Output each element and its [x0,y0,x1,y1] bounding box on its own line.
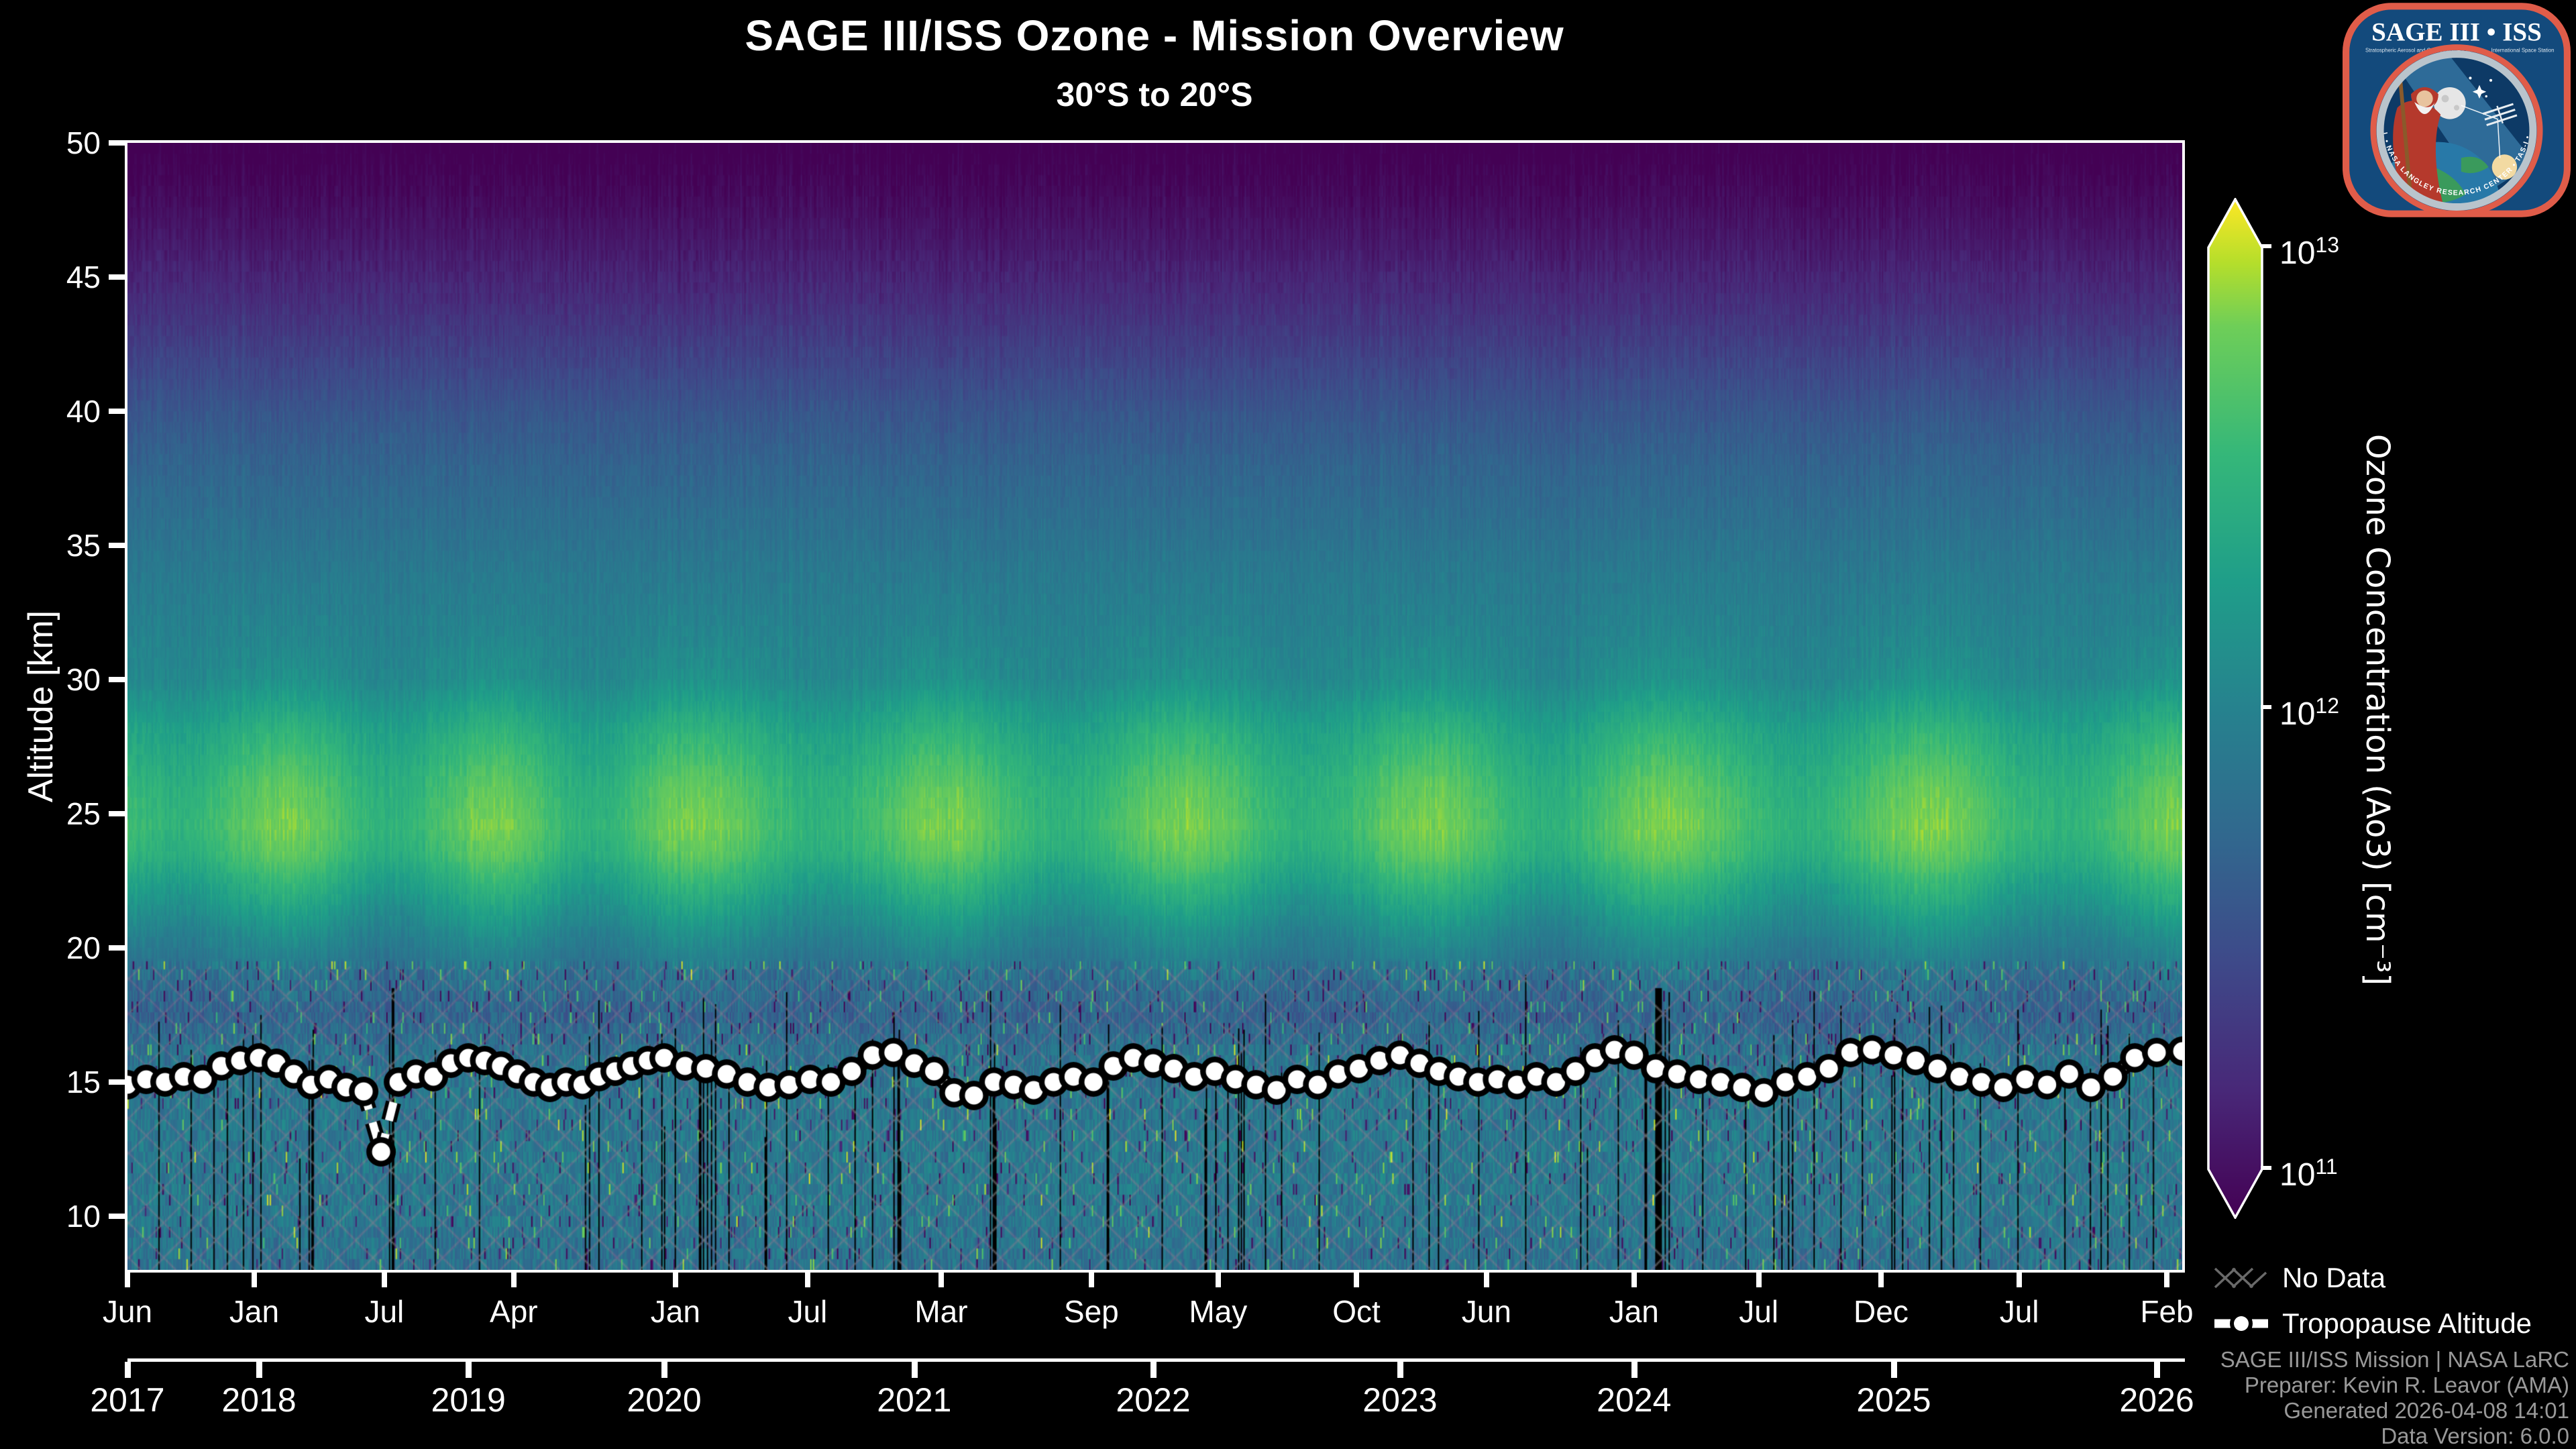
chart-subtitle: 30°S to 20°S [0,75,2309,114]
legend-item-tropopause: Tropopause Altitude [2212,1304,2532,1343]
colorbar-tick-label: 1011 [2279,1148,2338,1194]
year-tick-mark [125,1362,131,1378]
x-tick-mark [125,1273,130,1287]
year-tick-label: 2018 [192,1381,326,1419]
year-tick-mark [1631,1362,1638,1378]
x-tick-mark [1484,1273,1489,1287]
colorbar [2207,198,2263,1219]
x-tick-label: Jan [615,1293,736,1330]
figure-root: SAGE III/ISS Ozone - Mission Overview 30… [0,0,2576,1449]
mission-logo: SAGE III • ISS Stratospheric Aerosol and… [2343,3,2571,217]
x-tick-label: Oct [1296,1293,1417,1330]
y-tick-label: 35 [13,527,101,564]
x-tick-mark [511,1273,517,1287]
x-tick-label: Feb [2106,1293,2227,1330]
footer-line: Data Version: 6.0.0 [2220,1424,2569,1449]
year-tick-mark [2154,1362,2160,1378]
y-tick-label: 20 [13,929,101,967]
x-tick-mark [1878,1273,1884,1287]
year-tick-label: 2023 [1333,1381,1467,1419]
year-tick-mark [912,1362,918,1378]
x-tick-mark [1089,1273,1094,1287]
year-tick-label: 2019 [401,1381,535,1419]
x-tick-label: Jan [194,1293,315,1330]
y-tick-label: 25 [13,795,101,833]
year-tick-label: 2022 [1086,1381,1220,1419]
x-tick-label: Mar [881,1293,1002,1330]
y-tick-mark [109,274,125,280]
year-tick-label: 2021 [847,1381,981,1419]
x-tick-label: Jul [1959,1293,2080,1330]
year-tick-mark [256,1362,262,1378]
x-tick-mark [673,1273,678,1287]
patch-title: SAGE III • ISS [2371,17,2542,46]
y-tick-label: 50 [13,124,101,162]
y-tick-mark [109,1079,125,1085]
y-tick-label: 30 [13,661,101,698]
patch-subtitle-right: International Space Station [2491,47,2555,53]
y-tick-label: 10 [13,1197,101,1235]
y-tick-mark [109,677,125,682]
x-tick-label: Jul [1699,1293,1819,1330]
y-tick-mark [109,543,125,548]
tropopause-line [127,143,2182,1270]
x-tick-mark [2017,1273,2022,1287]
x-tick-label: Dec [1821,1293,1941,1330]
y-tick-label: 45 [13,258,101,296]
x-tick-mark [1216,1273,1221,1287]
chart-title: SAGE III/ISS Ozone - Mission Overview [0,11,2309,60]
x-tick-label: Sep [1031,1293,1152,1330]
y-tick-mark [109,140,125,146]
legend-label: Tropopause Altitude [2282,1307,2532,1340]
x-tick-mark [938,1273,944,1287]
footer-line: SAGE III/ISS Mission | NASA LaRC [2220,1347,2569,1373]
year-tick-mark [466,1362,472,1378]
x-tick-mark [805,1273,810,1287]
year-tick-mark [661,1362,667,1378]
x-tick-label: Apr [453,1293,574,1330]
y-tick-label: 15 [13,1063,101,1101]
footer-line: Generated 2026-04-08 14:01 [2220,1398,2569,1424]
colorbar-tick-label: 1012 [2279,687,2339,733]
colorbar-title: Ozone Concentration (Ao3) [cm⁻³] [2356,240,2396,1179]
year-tick-label: 2024 [1567,1381,1701,1419]
y-tick-mark [109,409,125,414]
y-tick-mark [109,811,125,816]
x-tick-label: Jul [324,1293,445,1330]
y-tick-mark [109,1214,125,1219]
y-tick-mark [109,945,125,951]
tropopause-line-icon [2212,1306,2270,1341]
x-tick-label: Jun [1426,1293,1547,1330]
x-tick-mark [252,1273,257,1287]
legend: No Data Tropopause Altitude [2212,1258,2532,1350]
year-tick-label: 2026 [2090,1381,2224,1419]
year-tick-label: 2017 [60,1381,195,1419]
colorbar-tick-mark [2261,244,2271,248]
legend-label: No Data [2282,1262,2385,1294]
colorbar-tick-label: 1013 [2279,226,2339,272]
year-tick-mark [1150,1362,1157,1378]
colorbar-tick-mark [2261,705,2271,709]
year-tick-label: 2020 [597,1381,731,1419]
x-tick-mark [2164,1273,2169,1287]
no-data-hatch-icon [2212,1260,2270,1295]
x-tick-mark [382,1273,387,1287]
x-tick-mark [1354,1273,1359,1287]
x-tick-mark [1756,1273,1762,1287]
colorbar-tick-mark [2261,1166,2271,1170]
plot-area[interactable] [125,140,2185,1273]
x-tick-label: Jun [67,1293,188,1330]
y-tick-label: 40 [13,392,101,430]
footer-line: Preparer: Kevin R. Leavor (AMA) [2220,1373,2569,1398]
footer-credits: SAGE III/ISS Mission | NASA LaRC Prepare… [2220,1347,2569,1449]
x-tick-label: Jan [1574,1293,1695,1330]
year-tick-mark [1397,1362,1403,1378]
x-tick-label: May [1158,1293,1279,1330]
year-tick-mark [1891,1362,1897,1378]
x-tick-label: Jul [747,1293,868,1330]
year-tick-label: 2025 [1827,1381,1961,1419]
legend-item-no-data: No Data [2212,1258,2532,1297]
x-tick-mark [1631,1273,1637,1287]
